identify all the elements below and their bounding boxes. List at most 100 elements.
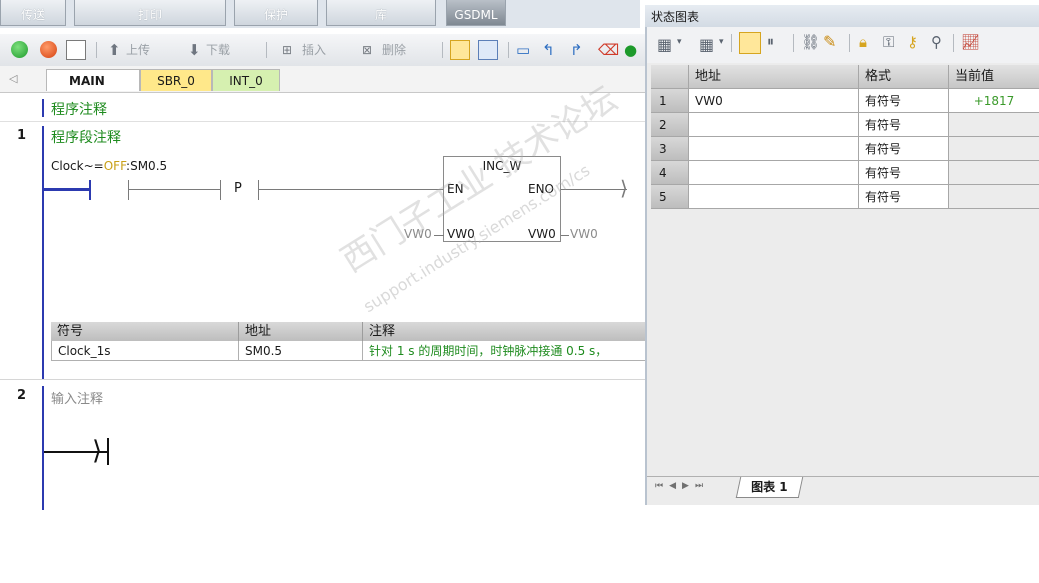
branch-left-icon[interactable]: ↰ bbox=[542, 40, 555, 60]
stop-icon[interactable] bbox=[40, 41, 57, 58]
grid-cell-format[interactable]: 有符号 bbox=[859, 113, 949, 137]
symbol-cell-address[interactable]: SM0.5 bbox=[239, 341, 363, 361]
program-comment[interactable]: 程序注释 bbox=[51, 99, 107, 119]
contact-state: OFF bbox=[103, 159, 127, 173]
grid-header-value: 当前值 bbox=[949, 65, 1039, 89]
program-comment-rail bbox=[42, 99, 44, 117]
insert-icon[interactable]: ⊞ bbox=[282, 40, 292, 60]
read-values-icon[interactable]: ⛓ bbox=[801, 33, 820, 51]
sheet-nav-icons[interactable]: ⏮◀▶⏭ bbox=[655, 481, 709, 491]
clear-icon[interactable]: ⌫ bbox=[598, 40, 619, 60]
write-values-icon[interactable]: ✎ bbox=[823, 32, 836, 51]
p-contact-right-bar[interactable] bbox=[258, 180, 259, 200]
grid-cell-address[interactable] bbox=[689, 113, 859, 137]
scroll-left-icon[interactable]: ◁ bbox=[9, 72, 17, 85]
grid-cell-value[interactable]: +1817 bbox=[949, 89, 1039, 113]
network-2-power-rail bbox=[42, 386, 44, 510]
unforce-icon[interactable]: ⚿ bbox=[883, 33, 894, 51]
in-pin: VW0 bbox=[447, 227, 475, 241]
grid-cell-format[interactable]: 有符号 bbox=[859, 185, 949, 209]
chart-monitor-icon[interactable] bbox=[739, 32, 761, 54]
rung-end-arrow-icon: ⟩ bbox=[620, 176, 628, 200]
delete-button[interactable]: 删除 bbox=[382, 40, 406, 60]
sheet-tab-chart-1[interactable]: 图表 1 bbox=[735, 477, 803, 498]
program-toolbar: ⬆ 上传 ⬇ 下载 ⊞ 插入 ⊠ 删除 ▭ ↰ ↱ ⌫ ● bbox=[0, 34, 645, 66]
branch-right-icon[interactable]: ↱ bbox=[570, 40, 583, 60]
force-lock-icon[interactable]: 🔒︎ bbox=[859, 33, 867, 51]
symbol-cell-comment[interactable]: 针对 1 s 的周期时间，时钟脉冲接通 0.5 s， bbox=[363, 341, 645, 361]
in-operand[interactable]: VW0 bbox=[404, 227, 432, 241]
network-1-comment[interactable]: 程序段注释 bbox=[51, 127, 121, 147]
out-operand[interactable]: VW0 bbox=[570, 227, 598, 241]
contact-left-bar[interactable] bbox=[89, 180, 91, 200]
contact-label[interactable]: Clock~=OFF:SM0.5 bbox=[51, 159, 167, 173]
tab-sbr-label: SBR_0 bbox=[157, 74, 195, 88]
grid-header-address: 地址 bbox=[689, 65, 859, 89]
tab-main[interactable]: MAIN × bbox=[46, 69, 140, 110]
network-2-end-arrow-icon: ⟩ bbox=[92, 436, 103, 466]
tab-sbr-0[interactable]: SBR_0 bbox=[140, 69, 212, 91]
network-1-number: 1 bbox=[17, 128, 27, 143]
grid-header-format: 格式 bbox=[859, 65, 949, 89]
network-2-number: 2 bbox=[17, 388, 27, 403]
symbol-header-address: 地址 bbox=[239, 322, 363, 341]
upload-arrow-icon[interactable]: ⬆ bbox=[108, 40, 121, 60]
tab-int-0[interactable]: INT_0 bbox=[212, 69, 280, 91]
ribbon-gsdml-button[interactable]: GSDML bbox=[446, 0, 506, 26]
run-icon[interactable] bbox=[11, 41, 28, 58]
network-2-end-bar bbox=[107, 438, 109, 465]
symbol-cell-name[interactable]: Clock_1s bbox=[51, 341, 239, 361]
ribbon-protect-button[interactable]: 保护 bbox=[234, 0, 318, 26]
delete-icon[interactable]: ⊠ bbox=[362, 40, 372, 60]
grid-cell-address[interactable] bbox=[689, 185, 859, 209]
grid-cell-address[interactable]: VW0 bbox=[689, 89, 859, 113]
download-button[interactable]: 下载 bbox=[206, 40, 230, 60]
sheet-tab-label: 图表 1 bbox=[751, 480, 788, 494]
tab-int-label: INT_0 bbox=[229, 74, 263, 88]
p-contact-left-bar[interactable] bbox=[220, 180, 221, 200]
trend-view-icon[interactable]: 📈︎ bbox=[961, 33, 980, 51]
grid-row-number: 4 bbox=[651, 161, 689, 185]
ribbon-print-button[interactable]: 打印 bbox=[74, 0, 226, 26]
inc-w-title: INC_W bbox=[482, 159, 522, 173]
delete-row-dropdown-icon[interactable]: ▾ bbox=[719, 37, 724, 47]
eno-pin: ENO bbox=[528, 182, 555, 196]
en-pin: EN bbox=[447, 182, 464, 196]
compile-icon[interactable] bbox=[66, 40, 86, 60]
grid-cell-format[interactable]: 有符号 bbox=[859, 137, 949, 161]
download-arrow-icon[interactable]: ⬇ bbox=[188, 40, 201, 60]
contact-right-bar[interactable] bbox=[128, 180, 129, 200]
ribbon-library-button[interactable]: 库 bbox=[326, 0, 436, 26]
status-chart-title: 状态图表 bbox=[645, 5, 1039, 27]
network-2-comment[interactable]: 输入注释 bbox=[51, 388, 103, 407]
pou-tab-bar: ◁ MAIN × SBR_0 INT_0 bbox=[0, 66, 645, 110]
upload-button[interactable]: 上传 bbox=[126, 40, 150, 60]
add-row-icon[interactable]: ▦ bbox=[657, 35, 672, 54]
grid-cell-format[interactable]: 有符号 bbox=[859, 89, 949, 113]
grid-cell-value[interactable] bbox=[949, 161, 1039, 185]
box-icon[interactable]: ▭ bbox=[516, 40, 530, 60]
monitor-program-icon[interactable] bbox=[450, 40, 470, 60]
grid-cell-value[interactable] bbox=[949, 185, 1039, 209]
ribbon-strip: 传送 打印 保护 库 GSDML bbox=[0, 0, 640, 28]
grid-corner bbox=[651, 65, 689, 89]
network-1-power-rail bbox=[42, 126, 44, 380]
grid-cell-value[interactable] bbox=[949, 137, 1039, 161]
insert-button[interactable]: 插入 bbox=[302, 40, 326, 60]
grid-cell-address[interactable] bbox=[689, 161, 859, 185]
toolbar-more-icon[interactable]: ● bbox=[624, 40, 637, 60]
unforce-all-icon[interactable]: ⚷ bbox=[907, 33, 918, 51]
energized-wire bbox=[44, 188, 90, 191]
delete-row-icon[interactable]: ▦ bbox=[699, 35, 714, 54]
ribbon-transfer-button[interactable]: 传送 bbox=[0, 0, 66, 26]
grid-row-number: 2 bbox=[651, 113, 689, 137]
grid-cell-value[interactable] bbox=[949, 113, 1039, 137]
symbol-header-symbol: 符号 bbox=[51, 322, 239, 341]
add-row-dropdown-icon[interactable]: ▾ bbox=[677, 37, 682, 47]
grid-cell-format[interactable]: 有符号 bbox=[859, 161, 949, 185]
read-forced-icon[interactable]: ⚲ bbox=[931, 33, 942, 51]
chart-pause-icon[interactable]: ⏸ bbox=[767, 34, 774, 50]
monitor-pause-icon[interactable] bbox=[478, 40, 498, 60]
grid-cell-address[interactable] bbox=[689, 137, 859, 161]
grid-row-number: 3 bbox=[651, 137, 689, 161]
